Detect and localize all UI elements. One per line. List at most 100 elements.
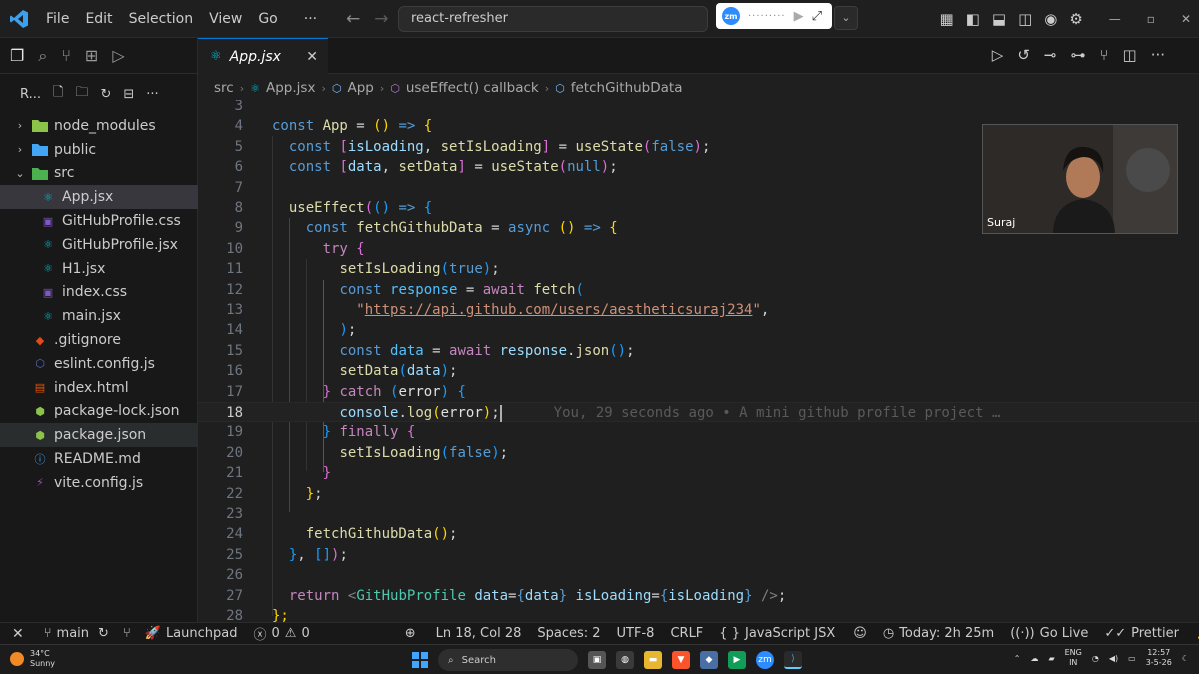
breadcrumb-file[interactable]: App.jsx — [266, 80, 315, 96]
menu-more[interactable]: ··· — [296, 11, 325, 27]
tree-file[interactable]: ⚛ App.jsx — [0, 185, 198, 210]
timeline-forward-icon[interactable]: ⊶ — [1070, 46, 1085, 64]
wakatime-item[interactable]: ◷ Today: 2h 25m — [883, 626, 994, 641]
timeline-back-icon[interactable]: ↺ — [1017, 46, 1030, 64]
zoom-expand-icon[interactable]: ⤢ — [812, 9, 822, 24]
code-line[interactable]: 22 }; — [198, 484, 1199, 504]
tab-app-jsx[interactable]: ⚛ App.jsx ✕ — [198, 38, 328, 74]
explorer-files-icon[interactable]: ❐ — [10, 46, 24, 65]
code-line[interactable]: 18 console.log(error); You, 29 seconds ag… — [198, 402, 1199, 423]
menu-selection[interactable]: Selection — [121, 11, 202, 27]
collapse-all-icon[interactable]: ⊟ — [123, 87, 134, 102]
meet-icon[interactable]: ▶ — [728, 651, 746, 669]
tree-file[interactable]: ⓘ README.md — [0, 447, 198, 471]
tree-file[interactable]: ▤ index.html — [0, 376, 198, 400]
tree-folder[interactable]: › public — [0, 138, 198, 162]
cursor-position[interactable]: Ln 18, Col 28 — [436, 626, 522, 641]
menu-file[interactable]: File — [38, 11, 77, 27]
code-line[interactable]: 10 try { — [198, 239, 1199, 259]
chevron-up-icon[interactable]: ⌃ — [1014, 654, 1021, 663]
indentation[interactable]: Spaces: 2 — [537, 626, 600, 641]
layout-customize-icon[interactable]: ▦ — [940, 10, 954, 28]
breadcrumb-function[interactable]: fetchGithubData — [571, 80, 683, 96]
source-control-icon[interactable]: ⑂ — [61, 46, 71, 65]
code-line[interactable]: 24 fetchGithubData(); — [198, 524, 1199, 544]
brave-browser-icon[interactable]: ▼ — [672, 651, 690, 669]
code-line[interactable]: 23 — [198, 504, 1199, 524]
problems-item[interactable]: ⓧ 0 ⚠ 0 — [253, 624, 309, 643]
command-center[interactable]: react-refresher — [398, 6, 708, 32]
toggle-panel-icon[interactable]: ⬓ — [992, 10, 1006, 28]
clock[interactable]: 12:57 3-5-26 — [1146, 648, 1172, 668]
code-line[interactable]: 3 — [198, 100, 1199, 116]
more-actions-icon[interactable]: ··· — [146, 87, 158, 102]
forward-arrow-icon[interactable]: → — [374, 9, 388, 29]
code-line[interactable]: 11 setIsLoading(true); — [198, 259, 1199, 279]
tree-folder[interactable]: ⌄ src — [0, 162, 198, 186]
wifi-icon[interactable]: ◔ — [1092, 654, 1099, 663]
notification-icon[interactable]: ☾ — [1182, 654, 1189, 663]
launchpad-item[interactable]: 🚀 Launchpad — [145, 626, 238, 641]
language-indicator[interactable]: ENG IN — [1065, 648, 1082, 668]
run-icon[interactable]: ▷ — [992, 46, 1004, 64]
run-debug-icon[interactable]: ▷ — [112, 46, 124, 65]
tree-file[interactable]: ⚛ H1.jsx — [0, 257, 198, 281]
breadcrumb-callback[interactable]: useEffect() callback — [406, 80, 539, 96]
search-icon[interactable]: ⌕ — [38, 46, 47, 66]
tree-file[interactable]: ⬢ package-lock.json — [0, 400, 198, 424]
refresh-icon[interactable]: ↻ — [100, 87, 111, 102]
settings-gear-icon[interactable]: ⚙ — [1069, 10, 1082, 28]
code-line[interactable]: 28}; — [198, 606, 1199, 622]
code-line[interactable]: 19 } finally { — [198, 422, 1199, 442]
zoom-play-icon[interactable]: ▶ — [794, 9, 804, 24]
new-file-icon[interactable]: 🗋 — [53, 83, 63, 105]
line-ending[interactable]: CRLF — [670, 626, 703, 641]
back-arrow-icon[interactable]: ← — [346, 9, 360, 29]
code-line[interactable]: 26 — [198, 565, 1199, 585]
tree-file[interactable]: ⚛ GitHubProfile.jsx — [0, 233, 198, 257]
remote-icon[interactable]: ✕ — [12, 626, 24, 642]
restore-icon[interactable]: ▫ — [1147, 12, 1155, 26]
task-view-icon[interactable]: ▣ — [588, 651, 606, 669]
code-line[interactable]: 12 const response = await fetch( — [198, 280, 1199, 300]
copilot-icon[interactable]: ☺ — [853, 626, 867, 641]
tree-file[interactable]: ▣ index.css — [0, 281, 198, 305]
new-folder-icon[interactable]: 🗀 — [75, 83, 88, 105]
code-line[interactable]: 25 }, []); — [198, 545, 1199, 565]
code-line[interactable]: 14 ); — [198, 320, 1199, 340]
menu-view[interactable]: View — [201, 11, 250, 27]
menu-go[interactable]: Go — [250, 11, 285, 27]
language-mode[interactable]: { } JavaScript JSX — [719, 626, 835, 641]
minimize-icon[interactable]: — — [1109, 12, 1121, 26]
code-line[interactable]: 27 return <GitHubProfile data={data} isL… — [198, 586, 1199, 606]
taskbar-search[interactable]: ⌕ Search — [438, 649, 578, 671]
tree-file[interactable]: ⬢ package.json — [0, 423, 198, 448]
volume-icon[interactable]: ◀) — [1109, 654, 1118, 663]
camera-icon[interactable]: ▰ — [1048, 654, 1054, 663]
tree-file[interactable]: ▣ GitHubProfile.css — [0, 209, 198, 233]
breadcrumb-src[interactable]: src — [214, 80, 234, 96]
file-explorer-icon[interactable]: ▬ — [644, 651, 662, 669]
code-line[interactable]: 13 "https://api.github.com/users/aesthet… — [198, 300, 1199, 320]
extensions-icon[interactable]: ⊞ — [85, 46, 98, 65]
zoom-meeting-bar[interactable]: zm ········· ▶ ⤢ — [716, 3, 832, 29]
code-line[interactable]: 21 } — [198, 463, 1199, 483]
split-editor-icon[interactable]: ◫ — [1123, 46, 1137, 64]
zoom-app-icon[interactable]: zm — [756, 651, 774, 669]
breadcrumb-app[interactable]: App — [347, 80, 373, 96]
toggle-sidebar-icon[interactable]: ◧ — [966, 10, 980, 28]
vscode-taskbar-icon[interactable]: ⟩ — [784, 651, 802, 669]
app-icon[interactable]: ◆ — [700, 651, 718, 669]
windows-start-icon[interactable] — [412, 652, 428, 668]
tree-file[interactable]: ⬡ eslint.config.js — [0, 352, 198, 376]
tree-file[interactable]: ⚛ main.jsx — [0, 304, 198, 328]
prettier-item[interactable]: ✓✓ Prettier — [1104, 626, 1179, 641]
widgets-icon[interactable]: ◍ — [616, 651, 634, 669]
code-line[interactable]: 20 setIsLoading(false); — [198, 443, 1199, 463]
close-window-icon[interactable]: ✕ — [1181, 12, 1191, 26]
accounts-icon[interactable]: ◉ — [1044, 10, 1057, 28]
branch-item[interactable]: ⑂ main ↻ — [44, 626, 109, 641]
code-line[interactable]: 15 const data = await response.json(); — [198, 341, 1199, 361]
cloud-icon[interactable]: ☁ — [1030, 654, 1038, 663]
zoom-dropdown-icon[interactable]: ⌄ — [834, 6, 858, 30]
